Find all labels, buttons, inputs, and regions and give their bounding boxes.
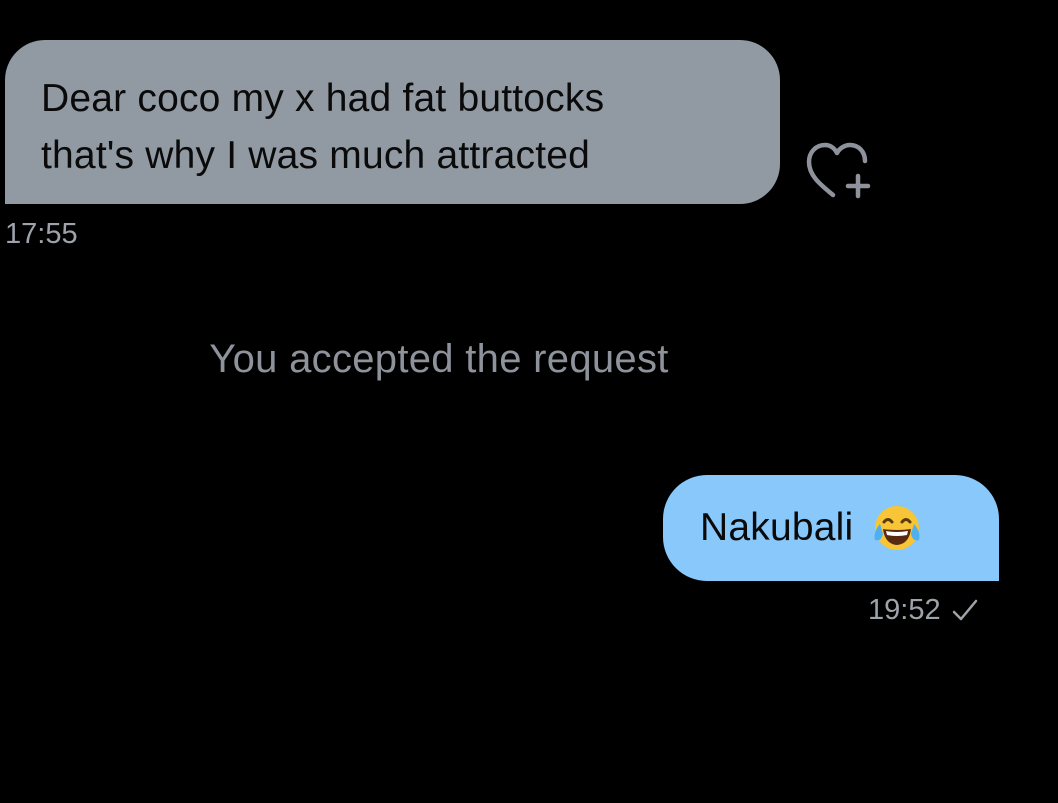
sent-message-time: 19:52 bbox=[868, 594, 941, 626]
received-message-bubble[interactable]: Dear coco my x had fat buttocks that's w… bbox=[5, 40, 780, 204]
request-accepted-notice: You accepted the request bbox=[209, 337, 669, 381]
sent-check-icon bbox=[952, 599, 977, 621]
received-message-time: 17:55 bbox=[5, 218, 78, 250]
heart-add-icon bbox=[806, 142, 871, 199]
face-with-tears-of-joy-icon bbox=[874, 506, 920, 550]
received-message-line-2: that's why I was much attracted bbox=[41, 134, 591, 177]
received-message-line-1: Dear coco my x had fat buttocks bbox=[41, 77, 605, 120]
sent-message-meta: 19:52 bbox=[868, 590, 979, 630]
add-reaction-button[interactable] bbox=[803, 138, 875, 200]
sent-message-bubble[interactable]: Nakubali bbox=[663, 475, 999, 581]
sent-message-text: Nakubali bbox=[700, 506, 854, 549]
